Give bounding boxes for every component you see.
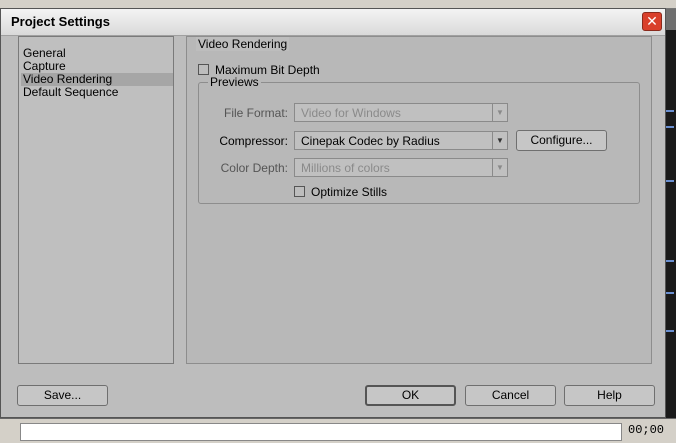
previews-group-label: Previews bbox=[208, 75, 261, 89]
compressor-label: Compressor: bbox=[219, 134, 288, 148]
background-stripe bbox=[666, 110, 674, 112]
ok-button[interactable]: OK bbox=[365, 385, 456, 406]
video-rendering-group-label: Video Rendering bbox=[196, 37, 290, 51]
ok-button-label: OK bbox=[401, 388, 420, 402]
category-default-sequence[interactable]: Default Sequence bbox=[21, 86, 173, 99]
background-stripe bbox=[666, 330, 674, 332]
background-field bbox=[20, 423, 622, 441]
chevron-down-icon: ▼ bbox=[492, 104, 507, 121]
save-button-label: Save... bbox=[43, 388, 82, 402]
compressor-value: Cinepak Codec by Radius bbox=[301, 134, 440, 148]
chevron-down-icon: ▼ bbox=[492, 132, 507, 149]
close-icon: ✕ bbox=[646, 13, 658, 29]
file-format-value: Video for Windows bbox=[301, 106, 401, 120]
cancel-button-label: Cancel bbox=[491, 388, 530, 402]
color-depth-dropdown[interactable]: Millions of colors ▼ bbox=[294, 158, 508, 177]
configure-button-label: Configure... bbox=[530, 133, 593, 147]
dialog-title: Project Settings bbox=[11, 14, 110, 29]
background-timeline: 00;00 bbox=[0, 418, 676, 443]
compressor-dropdown[interactable]: Cinepak Codec by Radius ▼ bbox=[294, 131, 508, 150]
background-stripe bbox=[666, 292, 674, 294]
help-button-label: Help bbox=[597, 388, 622, 402]
file-format-label: File Format: bbox=[223, 106, 288, 120]
optimize-stills-label: Optimize Stills bbox=[311, 185, 388, 199]
max-bit-depth-checkbox[interactable] bbox=[198, 64, 209, 75]
background-stripe bbox=[666, 126, 674, 128]
settings-category-list[interactable]: General Capture Video Rendering Default … bbox=[18, 36, 174, 364]
cancel-button[interactable]: Cancel bbox=[465, 385, 556, 406]
chevron-down-icon: ▼ bbox=[492, 159, 507, 176]
close-button[interactable]: ✕ bbox=[642, 12, 662, 31]
background-stripe bbox=[666, 260, 674, 262]
file-format-dropdown[interactable]: Video for Windows ▼ bbox=[294, 103, 508, 122]
optimize-stills-checkbox[interactable] bbox=[294, 186, 305, 197]
color-depth-label: Color Depth: bbox=[220, 161, 288, 175]
help-button[interactable]: Help bbox=[564, 385, 655, 406]
configure-button[interactable]: Configure... bbox=[516, 130, 607, 151]
timecode-display: 00;00 bbox=[628, 423, 665, 437]
background-stripe bbox=[666, 180, 674, 182]
category-label: Capture bbox=[23, 59, 66, 73]
color-depth-value: Millions of colors bbox=[301, 161, 390, 175]
category-label: General bbox=[23, 46, 66, 60]
category-label: Default Sequence bbox=[23, 85, 119, 99]
save-button[interactable]: Save... bbox=[17, 385, 108, 406]
category-label: Video Rendering bbox=[23, 72, 113, 86]
dialog-titlebar[interactable]: Project Settings ✕ bbox=[1, 9, 665, 36]
